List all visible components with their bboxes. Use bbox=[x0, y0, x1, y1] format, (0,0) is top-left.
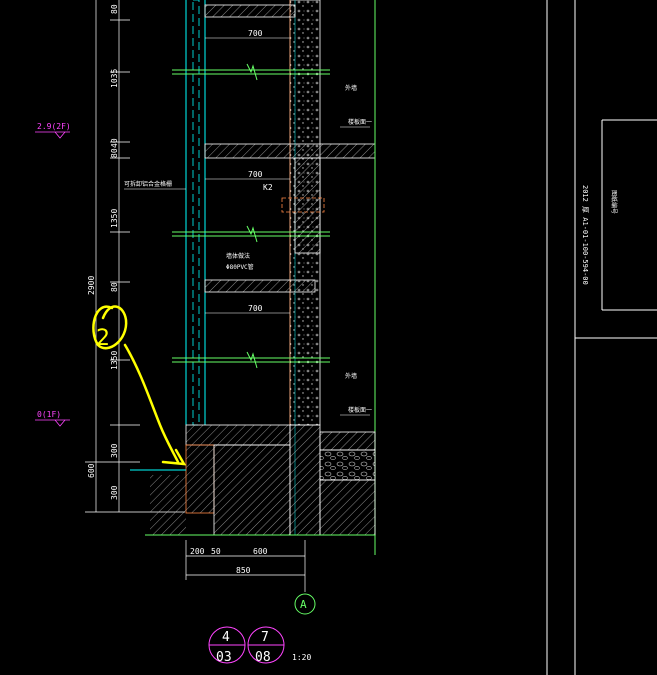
markup-annotation: 2 bbox=[96, 326, 110, 351]
dim-700-a: 700 bbox=[248, 29, 263, 38]
level-marker-2f: 2.9(2F) bbox=[35, 122, 71, 139]
level-1f-label: 0(1F) bbox=[37, 410, 61, 419]
detail-ref-1-bottom: 03 bbox=[216, 650, 232, 665]
dim-1035: 1035 bbox=[110, 69, 119, 88]
title-block-short: 图纸编号 bbox=[610, 190, 618, 214]
note-slab-2: 楼板面一 bbox=[348, 406, 372, 414]
axis-bubble: A bbox=[294, 593, 316, 615]
cad-drawing: 2012 厚 A1-01-100-594-00 图纸编号 80 1035 40 … bbox=[35, 0, 657, 675]
dim-1350-upper: 1350 bbox=[110, 209, 119, 228]
aluminium-grille bbox=[185, 0, 206, 426]
note-exterior-wall-2: 外墙 bbox=[345, 372, 357, 380]
k2-label: K2 bbox=[263, 183, 273, 192]
dim-300-a: 300 bbox=[110, 443, 119, 458]
dim-80-low: 80 bbox=[110, 282, 119, 292]
dim-2900: 2900 bbox=[87, 276, 96, 295]
dim-50: 50 bbox=[211, 547, 221, 556]
note-exterior-wall-1: 外墙 bbox=[345, 84, 357, 92]
detail-reference: 4 03 7 08 1:20 bbox=[208, 626, 311, 665]
dim-1350-lower: 1350 bbox=[110, 351, 119, 370]
dim-700-c: 700 bbox=[248, 304, 263, 313]
detail-ref-1-top: 4 bbox=[222, 630, 230, 645]
dim-600-bottom: 600 bbox=[253, 547, 268, 556]
dim-200: 200 bbox=[190, 547, 205, 556]
dim-40: 40 bbox=[110, 138, 119, 148]
title-block: 2012 厚 A1-01-100-594-00 图纸编号 bbox=[546, 0, 657, 675]
dim-850: 850 bbox=[236, 566, 251, 575]
dim-80-mid: 80 bbox=[110, 148, 119, 158]
pvc-label-a: 墙体做法 bbox=[226, 252, 250, 260]
left-dimensions bbox=[85, 0, 185, 513]
detail-ref-2-bottom: 08 bbox=[255, 650, 271, 665]
level-marker-1f: 0(1F) bbox=[35, 410, 70, 427]
level-2f-label: 2.9(2F) bbox=[37, 122, 71, 131]
grille-note: 可拆卸铝合金格栅 bbox=[124, 180, 172, 188]
note-slab-1: 楼板面一 bbox=[348, 118, 372, 126]
axis-bubble-label: A bbox=[300, 598, 307, 611]
dim-300-b: 300 bbox=[110, 485, 119, 500]
handwritten-markup: 2 bbox=[92, 305, 187, 466]
detail-scale: 1:20 bbox=[292, 653, 311, 662]
dim-600: 600 bbox=[87, 463, 96, 478]
pvc-label-b: Φ80PVC管 bbox=[226, 263, 254, 271]
title-block-code: 2012 厚 A1-01-100-594-00 bbox=[581, 185, 589, 285]
detail-ref-2-top: 7 bbox=[261, 630, 269, 645]
dim-80-top: 80 bbox=[110, 4, 119, 14]
dim-700-b: 700 bbox=[248, 170, 263, 179]
